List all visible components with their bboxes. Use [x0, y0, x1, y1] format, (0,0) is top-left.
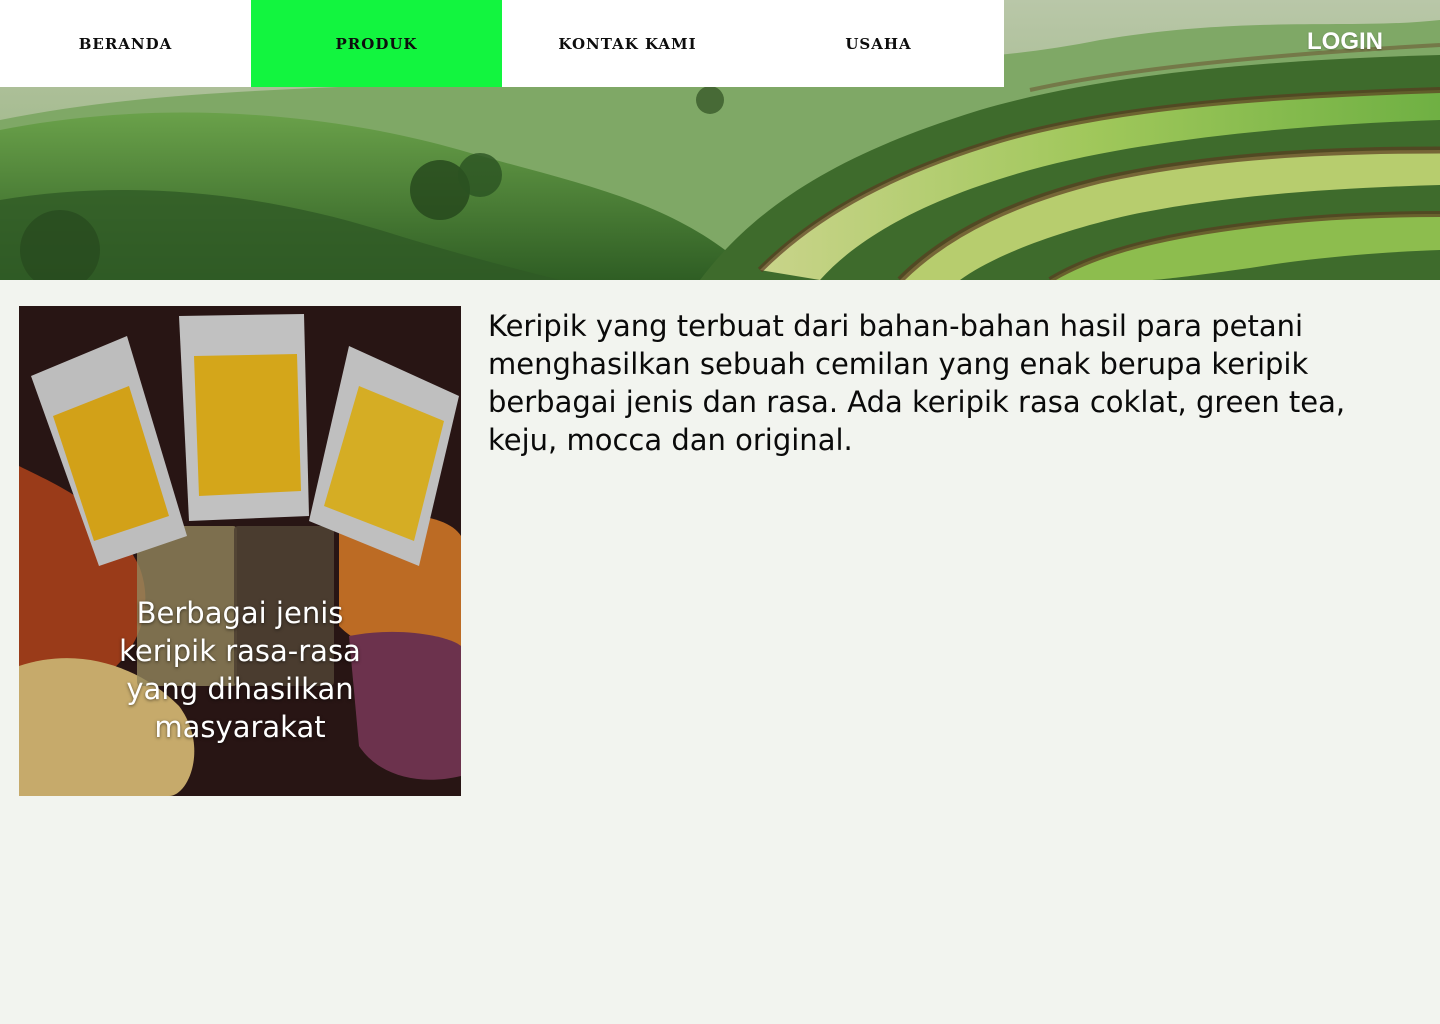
nav-item-produk[interactable]: PRODUK	[251, 0, 502, 87]
login-link[interactable]: LOGIN	[1307, 28, 1383, 56]
product-caption: Berbagai jenis keripik rasa-rasa yang di…	[119, 596, 361, 744]
product-image-card: Berbagai jenis keripik rasa-rasa yang di…	[19, 306, 461, 796]
nav-item-usaha[interactable]: USAHA	[753, 0, 1004, 87]
main-nav: BERANDA PRODUK KONTAK KAMI USAHA	[0, 0, 1004, 87]
product-description: Keripik yang terbuat dari bahan-bahan ha…	[488, 309, 1346, 457]
nav-item-kontak-kami[interactable]: KONTAK KAMI	[502, 0, 753, 87]
nav-item-beranda[interactable]: BERANDA	[0, 0, 251, 87]
